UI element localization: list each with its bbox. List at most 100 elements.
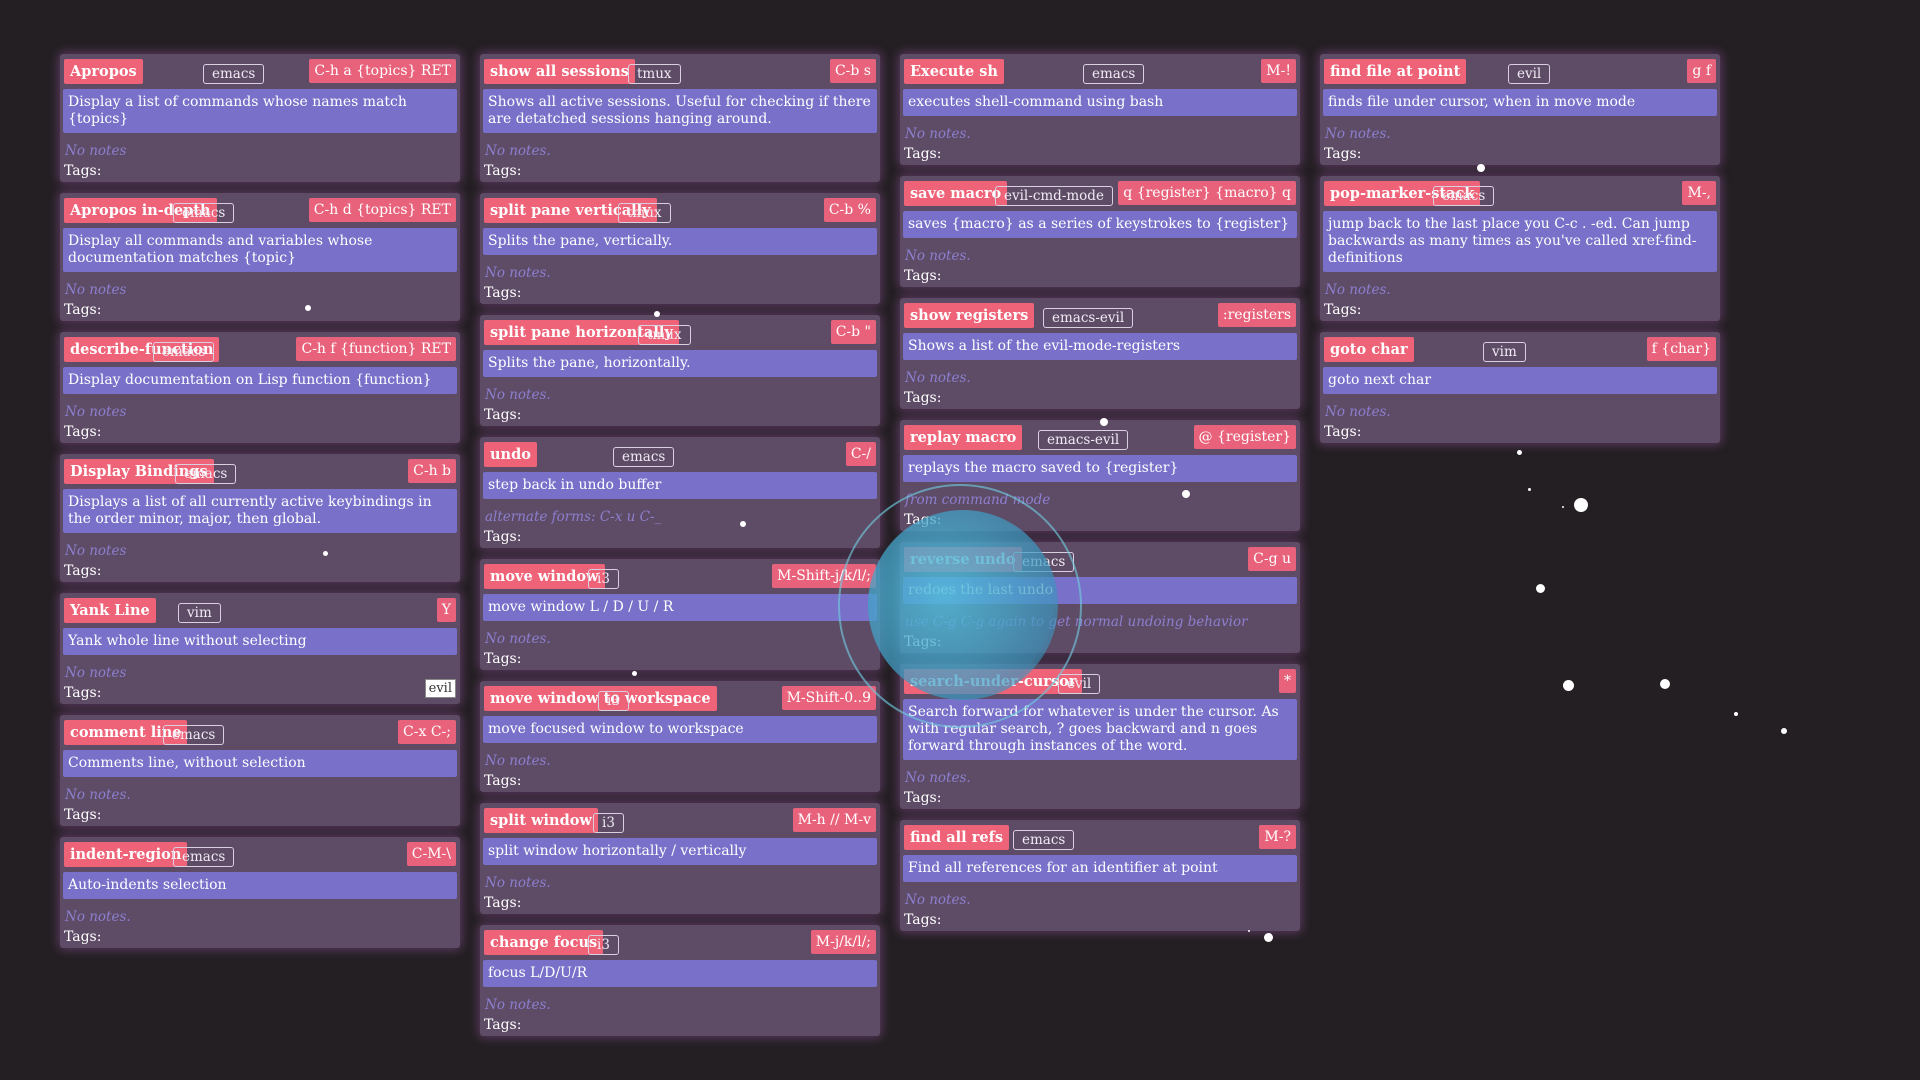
- shortcut-card[interactable]: move window to workspace i3 M-Shift-0..9 mo…: [480, 681, 880, 792]
- star-particle: [1574, 498, 1588, 512]
- shortcut-card[interactable]: show registers emacs-evil:registers Shows …: [900, 298, 1300, 409]
- shortcut-notes[interactable]: No notes.: [905, 370, 1297, 387]
- shortcut-title[interactable]: find all refs: [904, 825, 1009, 850]
- tags-label: Tags:: [64, 424, 102, 440]
- shortcut-title[interactable]: split window: [484, 808, 598, 833]
- shortcut-notes[interactable]: alternate forms: C-x u C-_: [485, 509, 877, 526]
- tags-label: Tags:: [904, 268, 942, 284]
- shortcut-description: Shows a list of the evil-mode-registers: [903, 333, 1297, 360]
- shortcut-card[interactable]: indent-region emacs C-M-\ Auto-indents sele…: [60, 837, 460, 948]
- tags-label: Tags:: [1324, 424, 1362, 440]
- shortcut-notes[interactable]: No notes: [65, 404, 457, 421]
- tag-chip[interactable]: evil: [424, 679, 456, 698]
- card-header: change focus i3 M-j/k/l/;: [483, 928, 877, 956]
- shortcut-notes[interactable]: No notes.: [485, 387, 877, 404]
- shortcut-title[interactable]: Apropos: [64, 59, 143, 84]
- app-badge: emacs: [613, 447, 675, 467]
- shortcut-title[interactable]: Execute sh: [904, 59, 1004, 84]
- card-header: Apropos emacs C-h a {topics} RET: [63, 57, 457, 85]
- tags-label: Tags:: [64, 929, 102, 945]
- keybinding-badge: M-Shift-0..9: [781, 686, 876, 710]
- shortcut-title[interactable]: save macro: [904, 181, 1008, 206]
- card-header: split pane horizontally tmux C-b ": [483, 318, 877, 346]
- shortcut-title[interactable]: show registers: [904, 303, 1035, 328]
- shortcut-notes[interactable]: No notes: [65, 143, 457, 160]
- shortcut-notes[interactable]: No notes.: [65, 787, 457, 804]
- shortcut-card[interactable]: Display Bindings emacs C-h b Displays a lis…: [60, 454, 460, 582]
- shortcut-description: executes shell-command using bash: [903, 89, 1297, 116]
- keybinding-badge: C-b %: [823, 198, 876, 222]
- app-badge: evil-cmd-mode: [995, 186, 1113, 206]
- keybinding-badge: C-/: [845, 442, 876, 466]
- shortcut-card[interactable]: find all refs emacs M-? Find all references…: [900, 820, 1300, 931]
- star-particle: [1781, 728, 1787, 734]
- shortcut-card[interactable]: undo emacs C-/ step back in undo buffer alte…: [480, 437, 880, 548]
- shortcut-description: Shows all active sessions. Useful for ch…: [483, 89, 877, 133]
- keybinding-badge: C-h a {topics} RET: [309, 59, 456, 83]
- shortcut-notes[interactable]: No notes.: [485, 631, 877, 648]
- shortcut-card[interactable]: goto char vim f {char} goto next char No not…: [1320, 332, 1720, 443]
- shortcut-title[interactable]: show all sessions: [484, 59, 635, 84]
- shortcut-description: jump back to the last place you C-c . -e…: [1323, 211, 1717, 272]
- shortcut-title[interactable]: replay macro: [904, 425, 1023, 450]
- star-particle: [1100, 418, 1108, 426]
- tags-label: Tags:: [64, 685, 102, 701]
- shortcut-description: saves {macro} as a series of keystrokes …: [903, 211, 1297, 238]
- shortcut-card[interactable]: save macro evil-cmd-mode q {register} {mac…: [900, 176, 1300, 287]
- shortcut-title[interactable]: indent-region: [64, 842, 188, 867]
- shortcut-notes[interactable]: No notes.: [65, 909, 457, 926]
- shortcut-card[interactable]: find file at point evil g f finds file unde…: [1320, 54, 1720, 165]
- shortcut-notes[interactable]: No notes.: [905, 248, 1297, 265]
- shortcut-notes[interactable]: No notes.: [485, 753, 877, 770]
- tags-label: Tags:: [484, 163, 522, 179]
- shortcut-notes[interactable]: No notes: [65, 665, 457, 682]
- shortcut-notes[interactable]: No notes.: [485, 265, 877, 282]
- star-particle: [1734, 712, 1738, 716]
- shortcut-notes[interactable]: No notes.: [905, 126, 1297, 143]
- shortcut-notes[interactable]: No notes.: [485, 143, 877, 160]
- shortcut-notes[interactable]: No notes.: [485, 997, 877, 1014]
- app-badge: emacs-evil: [1038, 430, 1129, 450]
- shortcut-card[interactable]: change focus i3 M-j/k/l/; focus L/D/U/R No n…: [480, 925, 880, 1036]
- shortcut-card[interactable]: split pane vertically tmux C-b % Splits the…: [480, 193, 880, 304]
- shortcut-card[interactable]: Yank Line vim Y Yank whole line without sel…: [60, 593, 460, 704]
- shortcut-card[interactable]: describe-function emacs C-h f {function} R…: [60, 332, 460, 443]
- shortcut-title[interactable]: change focus: [484, 930, 604, 955]
- tags-label: Tags:: [64, 563, 102, 579]
- shortcut-card[interactable]: Apropos in-depth emacs C-h d {topics} RET D…: [60, 193, 460, 321]
- shortcut-card[interactable]: comment line emacs C-x C-; Comments line, w…: [60, 715, 460, 826]
- shortcut-notes[interactable]: No notes.: [1325, 282, 1717, 299]
- tags-label: Tags:: [64, 163, 102, 179]
- shortcut-title[interactable]: goto char: [1324, 337, 1414, 362]
- keybinding-badge: g f: [1687, 59, 1716, 83]
- keybinding-badge: q {register} {macro} q: [1118, 181, 1296, 205]
- shortcut-title[interactable]: find file at point: [1324, 59, 1467, 84]
- shortcut-notes[interactable]: No notes: [65, 282, 457, 299]
- shortcut-title[interactable]: move window: [484, 564, 605, 589]
- shortcut-notes[interactable]: No notes.: [1325, 404, 1717, 421]
- star-particle: [1248, 930, 1250, 932]
- shortcut-card[interactable]: split pane horizontally tmux C-b " Splits t…: [480, 315, 880, 426]
- tags-label: Tags:: [484, 407, 522, 423]
- card-column: show all sessions tmux C-b s Shows all acti…: [480, 54, 880, 1036]
- card-header: replay macro emacs-evil @ {register}: [903, 423, 1297, 451]
- shortcut-card[interactable]: show all sessions tmux C-b s Shows all acti…: [480, 54, 880, 182]
- shortcut-description: Display documentation on Lisp function {…: [63, 367, 457, 394]
- shortcut-notes[interactable]: No notes.: [905, 770, 1297, 787]
- shortcut-notes[interactable]: No notes.: [485, 875, 877, 892]
- star-particle: [1182, 490, 1190, 498]
- shortcut-description: Yank whole line without selecting: [63, 628, 457, 655]
- star-particle: [1563, 680, 1574, 691]
- shortcut-card[interactable]: pop-marker-stack emacs M-, jump back to the…: [1320, 176, 1720, 321]
- shortcut-card[interactable]: Execute sh emacs M-! executes shell-command…: [900, 54, 1300, 165]
- shortcut-card[interactable]: Apropos emacs C-h a {topics} RET Display a …: [60, 54, 460, 182]
- shortcut-card[interactable]: move window i3 M-Shift-j/k/l/; move window …: [480, 559, 880, 670]
- shortcut-card[interactable]: split window i3 M-h // M-v split window hor…: [480, 803, 880, 914]
- shortcut-notes[interactable]: No notes.: [1325, 126, 1717, 143]
- shortcut-description: finds file under cursor, when in move mo…: [1323, 89, 1717, 116]
- card-header: Yank Line vim Y: [63, 596, 457, 624]
- shortcut-title[interactable]: Yank Line: [64, 598, 156, 623]
- shortcut-title[interactable]: undo: [484, 442, 537, 467]
- shortcut-notes[interactable]: No notes.: [905, 892, 1297, 909]
- shortcut-notes[interactable]: No notes: [65, 543, 457, 560]
